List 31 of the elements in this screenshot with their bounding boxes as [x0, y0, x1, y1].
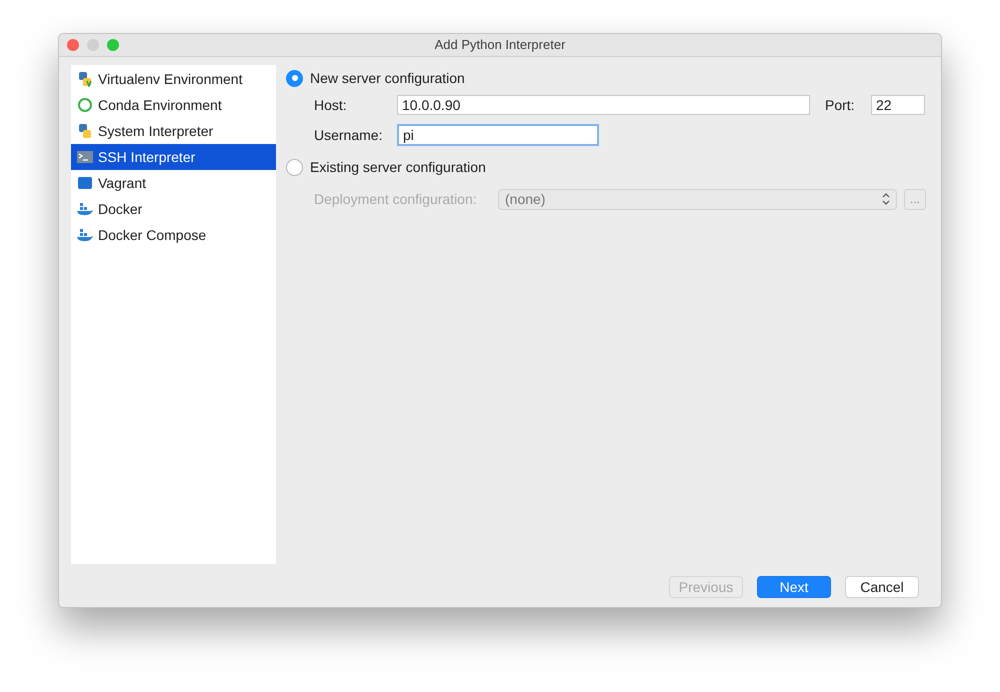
updown-icon — [882, 193, 890, 205]
zoom-icon[interactable] — [107, 39, 119, 51]
sidebar-item[interactable]: Docker Compose — [71, 222, 276, 248]
radio-button[interactable] — [286, 70, 303, 86]
sidebar-item[interactable]: Conda Environment — [71, 92, 276, 118]
whale-icon — [76, 228, 92, 242]
username-label: Username: — [314, 126, 384, 144]
ring-icon — [76, 97, 92, 113]
port-field[interactable]: 22 — [871, 95, 925, 115]
sidebar-item[interactable]: System Interpreter — [71, 118, 276, 144]
port-label: Port: — [825, 96, 856, 114]
host-field[interactable]: 10.0.0.90 — [397, 95, 810, 115]
python-icon — [76, 71, 92, 87]
sidebar-item[interactable]: Vagrant — [71, 170, 276, 196]
whale-icon — [76, 202, 92, 216]
window-title: Add Python Interpreter — [434, 36, 566, 54]
terminal-icon — [76, 150, 92, 164]
box-icon — [78, 177, 92, 189]
close-icon[interactable] — [67, 39, 79, 51]
dialog-button[interactable]: Cancel — [845, 576, 919, 598]
username-field[interactable]: pi — [397, 124, 599, 146]
sidebar-item[interactable]: Docker — [71, 196, 276, 222]
deployment-label: Deployment configuration: — [314, 190, 478, 209]
host-label: Host: — [314, 96, 348, 114]
python-icon — [76, 123, 92, 139]
radio-button[interactable] — [286, 158, 303, 176]
radio-label[interactable]: New server configuration — [310, 68, 465, 88]
radio-label[interactable]: Existing server configuration — [310, 156, 486, 178]
sidebar-item[interactable]: Virtualenv Environment — [71, 66, 276, 92]
sidebar-item[interactable]: SSH Interpreter — [71, 144, 276, 170]
next-button[interactable]: Next — [757, 576, 831, 598]
